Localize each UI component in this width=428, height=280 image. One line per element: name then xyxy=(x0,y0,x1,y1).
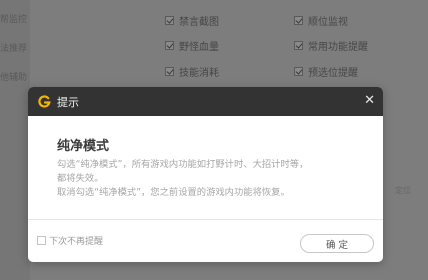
sidebar-item-recommend[interactable]: 法推荐 xyxy=(0,41,27,54)
sidebar-item-monitor[interactable]: 帮监控 xyxy=(0,12,27,25)
logo-icon xyxy=(37,95,51,109)
background-hint-text: 定位 xyxy=(395,186,411,195)
checkbox-checked[interactable] xyxy=(294,41,303,50)
dialog-title: 提示 xyxy=(57,95,79,109)
option-jungle-hp[interactable]: 野怪血量 xyxy=(165,38,219,53)
dialog-body: 纯净模式 勾选“纯净模式”，所有游戏内功能如打野计时、大招计时等， 都将失效。 … xyxy=(28,116,383,219)
option-label: 技能消耗 xyxy=(179,68,219,79)
checkbox-checked[interactable] xyxy=(165,41,174,50)
sidebar-item-label: 法推荐 xyxy=(0,44,28,54)
dialog-text-line-2: 都将失效。 xyxy=(57,173,104,184)
dont-show-again-checkbox[interactable] xyxy=(37,236,46,245)
option-order-monitor[interactable]: 顺位监视 xyxy=(294,13,348,28)
checkbox-checked[interactable] xyxy=(165,67,174,76)
option-mute-screenshot[interactable]: 禁言截图 xyxy=(165,13,219,28)
sidebar-item-label: 帮监控 xyxy=(0,15,28,25)
checkbox-checked[interactable] xyxy=(294,16,303,25)
dont-show-again-label[interactable]: 下次不再提醒 xyxy=(49,234,103,247)
checkbox-checked[interactable] xyxy=(165,16,174,25)
option-label: 野怪血量 xyxy=(179,42,219,53)
confirm-button[interactable]: 确 定 xyxy=(300,234,374,253)
close-icon[interactable]: ✕ xyxy=(364,93,375,109)
dialog-heading: 纯净模式 xyxy=(57,139,110,154)
checkbox-checked[interactable] xyxy=(294,67,303,76)
option-common-reminder[interactable]: 常用功能提醒 xyxy=(294,38,368,53)
dialog-footer: 下次不再提醒 确 定 xyxy=(28,220,383,262)
sidebar-item-assist[interactable]: 他辅助 xyxy=(0,70,27,83)
pure-mode-dialog: 提示 ✕ 纯净模式 勾选“纯净模式”，所有游戏内功能如打野计时、大招计时等， 都… xyxy=(28,87,383,262)
option-label: 常用功能提醒 xyxy=(308,42,368,53)
option-label: 顺位监视 xyxy=(308,17,348,28)
dialog-text-line-1: 勾选“纯净模式”，所有游戏内功能如打野计时、大招计时等， xyxy=(57,159,309,170)
sidebar-item-label: 他辅助 xyxy=(0,73,28,83)
dialog-header: 提示 ✕ xyxy=(28,87,383,116)
dialog-text-line-3: 取消勾选“纯净模式”，您之前设置的游戏内功能将恢复。 xyxy=(57,187,290,198)
option-label: 预选位提醒 xyxy=(308,68,358,79)
option-preselect-reminder[interactable]: 预选位提醒 xyxy=(294,64,358,79)
option-skill-cost[interactable]: 技能消耗 xyxy=(165,64,219,79)
option-label: 禁言截图 xyxy=(179,17,219,28)
